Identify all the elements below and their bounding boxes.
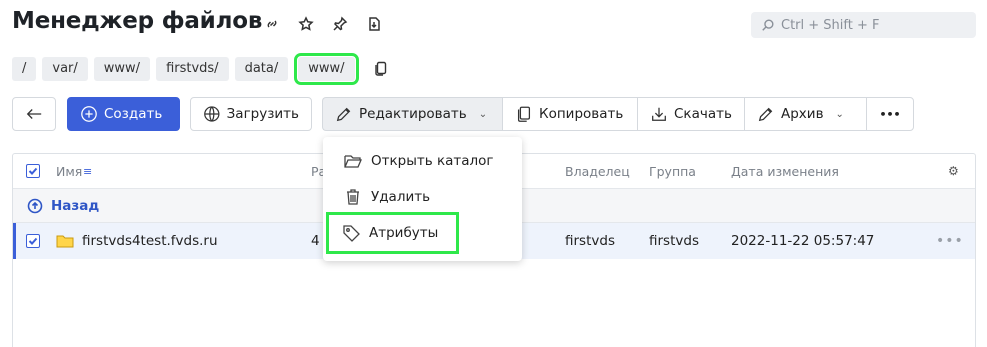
breadcrumb-var[interactable]: var/ (42, 57, 88, 81)
menu-item-delete[interactable]: Удалить (323, 179, 522, 215)
breadcrumb-data[interactable]: data/ (234, 57, 289, 81)
globe-icon (204, 106, 220, 122)
edit-dropdown-menu: Открыть каталог Удалить Атрибуты (323, 137, 522, 261)
breadcrumb-current-www[interactable]: www/ (294, 53, 359, 85)
archive-dropdown-button[interactable]: Архив ⌄ (744, 97, 866, 131)
trash-icon (347, 189, 359, 205)
back-circle-icon (27, 198, 43, 213)
column-header-owner[interactable]: Владелец (565, 154, 630, 189)
upload-label: Загрузить (226, 106, 299, 122)
page-title: Менеджер файлов (12, 8, 263, 34)
row-checkbox[interactable] (26, 234, 40, 248)
row-size: 4 (311, 233, 320, 249)
sort-icon[interactable]: ≡ (83, 154, 92, 189)
select-all-checkbox[interactable] (26, 164, 40, 178)
menu-item-label: Атрибуты (369, 225, 439, 241)
breadcrumb-firstvds[interactable]: firstvds/ (156, 57, 229, 81)
tag-icon (343, 225, 360, 242)
document-download-icon[interactable] (364, 14, 384, 34)
download-button[interactable]: Скачать (637, 97, 744, 131)
back-button[interactable] (12, 97, 56, 131)
arrow-left-icon (26, 109, 42, 119)
pencil-icon (336, 107, 351, 122)
edit-label: Редактировать (359, 106, 467, 122)
column-header-group[interactable]: Группа (649, 154, 696, 189)
more-icon: ••• (879, 107, 901, 121)
link-icon[interactable] (262, 14, 282, 34)
archive-label: Архив (781, 106, 824, 122)
menu-item-label: Удалить (371, 189, 431, 205)
column-header-modified[interactable]: Дата изменения (731, 154, 839, 189)
back-label: Назад (51, 197, 100, 214)
menu-item-attributes[interactable]: Атрибуты (326, 212, 459, 254)
folder-icon (56, 234, 74, 248)
copy-button[interactable]: Копировать (502, 97, 637, 131)
search-icon (762, 19, 774, 31)
create-label: Создать (104, 106, 163, 122)
menu-item-open-folder[interactable]: Открыть каталог (323, 143, 522, 179)
pin-icon[interactable] (330, 14, 350, 34)
copy-label: Копировать (539, 106, 624, 122)
row-name[interactable]: firstvds4test.fvds.ru (82, 223, 218, 259)
download-icon (652, 107, 666, 121)
settings-gear-icon[interactable]: ⚙ (948, 154, 959, 189)
column-header-name[interactable]: Имя (56, 154, 82, 189)
create-button[interactable]: Создать (67, 97, 180, 131)
folder-open-icon (344, 155, 362, 168)
row-modified: 2022-11-22 05:57:47 (731, 233, 875, 249)
menu-item-label: Открыть каталог (371, 153, 494, 169)
copy-icon (517, 106, 531, 122)
breadcrumb-root[interactable]: / (12, 57, 37, 81)
search-box[interactable] (751, 12, 976, 38)
row-owner: firstvds (565, 233, 615, 249)
plus-circle-icon (81, 106, 97, 122)
edit-dropdown-button[interactable]: Редактировать ⌄ (322, 97, 502, 131)
star-icon[interactable] (296, 14, 316, 34)
action-group: Редактировать ⌄ Копировать Скачать Архив… (322, 97, 914, 131)
chevron-down-icon: ⌄ (478, 108, 488, 120)
search-input[interactable] (781, 17, 961, 33)
breadcrumb: / var/ www/ firstvds/ data/ www/ (12, 53, 391, 85)
breadcrumb-www[interactable]: www/ (93, 57, 151, 81)
upload-button[interactable]: Загрузить (190, 97, 312, 131)
copy-path-icon[interactable] (373, 60, 391, 78)
more-button[interactable]: ••• (866, 97, 914, 131)
row-group: firstvds (649, 233, 699, 249)
download-label: Скачать (674, 106, 732, 122)
row-more-button[interactable]: ••• (936, 223, 964, 259)
pencil-icon (758, 107, 773, 122)
chevron-down-icon: ⌄ (835, 108, 844, 120)
